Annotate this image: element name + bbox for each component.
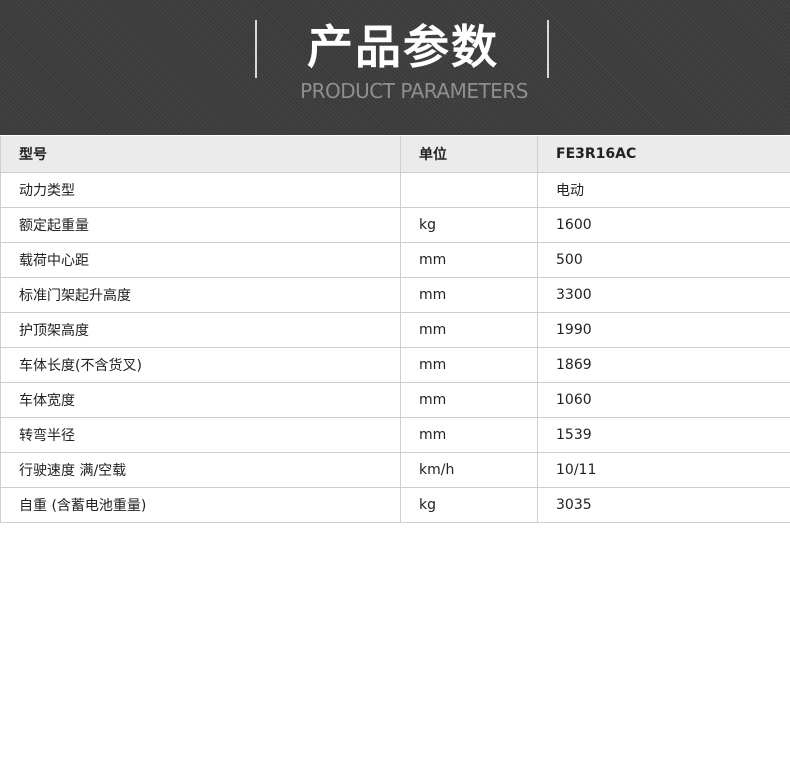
table-row: 额定起重量 kg 1600 bbox=[0, 207, 790, 243]
param-unit bbox=[400, 172, 538, 208]
param-name: 动力类型 bbox=[0, 172, 401, 208]
banner-subtitle: PRODUCT PARAMETERS bbox=[300, 79, 528, 103]
header-model: 型号 bbox=[0, 136, 401, 173]
param-unit: mm bbox=[400, 382, 538, 418]
param-unit: mm bbox=[400, 347, 538, 383]
param-unit: kg bbox=[400, 207, 538, 243]
table-row: 行驶速度 满/空载 km/h 10/11 bbox=[0, 452, 790, 488]
param-name: 车体长度(不含货叉) bbox=[0, 347, 401, 383]
param-name: 载荷中心距 bbox=[0, 242, 401, 278]
param-name: 标准门架起升高度 bbox=[0, 277, 401, 313]
param-value: 1869 bbox=[537, 347, 790, 383]
header-unit: 单位 bbox=[400, 136, 538, 173]
param-unit: kg bbox=[400, 487, 538, 523]
table-row: 车体宽度 mm 1060 bbox=[0, 382, 790, 418]
table-row: 载荷中心距 mm 500 bbox=[0, 242, 790, 278]
table-row: 护顶架高度 mm 1990 bbox=[0, 312, 790, 348]
table-row: 动力类型 电动 bbox=[0, 172, 790, 208]
param-unit: mm bbox=[400, 312, 538, 348]
param-value: 电动 bbox=[537, 172, 790, 208]
param-value: 10/11 bbox=[537, 452, 790, 488]
param-value: 1990 bbox=[537, 312, 790, 348]
param-unit: mm bbox=[400, 417, 538, 453]
param-unit: mm bbox=[400, 242, 538, 278]
product-parameters-banner: 产品参数 PRODUCT PARAMETERS bbox=[0, 0, 790, 135]
param-value: 3300 bbox=[537, 277, 790, 313]
param-value: 500 bbox=[537, 242, 790, 278]
table-row: 自重 (含蓄电池重量) kg 3035 bbox=[0, 487, 790, 523]
banner-title: 产品参数 bbox=[307, 20, 499, 74]
table-row: 车体长度(不含货叉) mm 1869 bbox=[0, 347, 790, 383]
header-model-code: FE3R16AC bbox=[537, 136, 790, 173]
param-name: 额定起重量 bbox=[0, 207, 401, 243]
param-value: 1539 bbox=[537, 417, 790, 453]
spec-table: 型号 单位 FE3R16AC 动力类型 电动 额定起重量 kg 1600 载荷中… bbox=[0, 136, 790, 523]
param-name: 行驶速度 满/空载 bbox=[0, 452, 401, 488]
table-row: 标准门架起升高度 mm 3300 bbox=[0, 277, 790, 313]
param-name: 转弯半径 bbox=[0, 417, 401, 453]
param-value: 1600 bbox=[537, 207, 790, 243]
table-row: 转弯半径 mm 1539 bbox=[0, 417, 790, 453]
param-value: 1060 bbox=[537, 382, 790, 418]
param-name: 车体宽度 bbox=[0, 382, 401, 418]
param-unit: mm bbox=[400, 277, 538, 313]
param-unit: km/h bbox=[400, 452, 538, 488]
table-header-row: 型号 单位 FE3R16AC bbox=[0, 136, 790, 173]
param-name: 自重 (含蓄电池重量) bbox=[0, 487, 401, 523]
param-value: 3035 bbox=[537, 487, 790, 523]
param-name: 护顶架高度 bbox=[0, 312, 401, 348]
